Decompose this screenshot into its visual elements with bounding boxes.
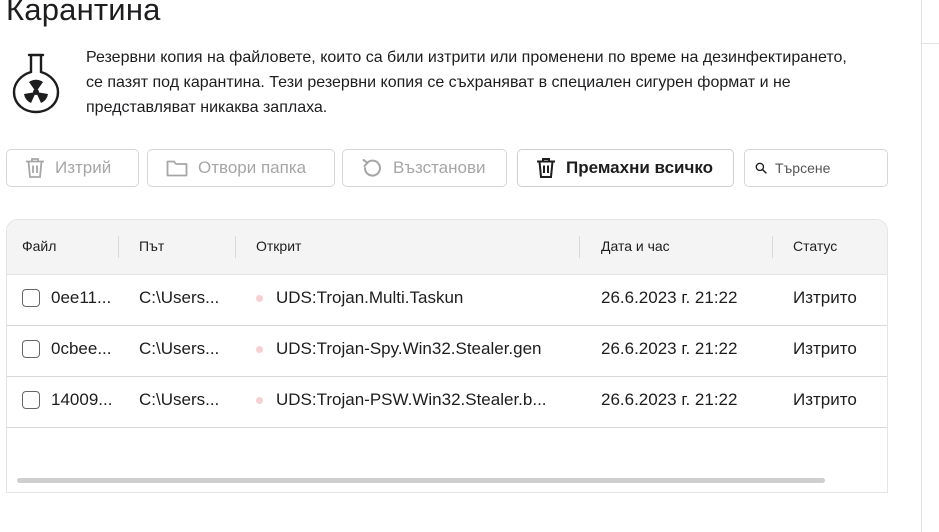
column-header-status[interactable]: Статус — [793, 220, 837, 274]
trash-icon — [26, 158, 44, 178]
file-path: C:\Users... — [139, 339, 220, 358]
threat-name: UDS:Trojan-PSW.Win32.Stealer.b... — [276, 390, 547, 409]
restore-icon — [362, 159, 381, 177]
restore-button[interactable]: Възстанови — [342, 149, 507, 187]
page-title: Карантина — [6, 0, 161, 27]
delete-button[interactable]: Изтрий — [6, 149, 139, 187]
file-name: 0cbee... — [51, 339, 112, 358]
status-text: Изтрито — [793, 288, 857, 307]
column-header-detected[interactable]: Открит — [256, 220, 301, 274]
threat-dot-icon — [256, 346, 263, 353]
status-text: Изтрито — [793, 390, 857, 409]
column-divider[interactable] — [235, 236, 236, 258]
open-folder-button[interactable]: Отвори папка — [147, 149, 335, 187]
search-icon — [755, 162, 767, 174]
threat-name: UDS:Trojan.Multi.Taskun — [276, 288, 464, 307]
threat-name: UDS:Trojan-Spy.Win32.Stealer.gen — [276, 339, 542, 358]
threat-dot-icon — [256, 397, 263, 404]
column-divider[interactable] — [772, 236, 773, 258]
status-text: Изтрито — [793, 339, 857, 358]
delete-button-label: Изтрий — [55, 158, 112, 177]
remove-all-button-label: Премахни всичко — [566, 158, 714, 177]
table-header: Файл Път Открит Дата и час Статус — [7, 220, 887, 275]
file-name: 0ee11... — [51, 288, 112, 307]
table-row[interactable]: 0ee11... C:\Users... UDS:Trojan.Multi.Ta… — [7, 274, 887, 326]
file-name: 14009... — [51, 390, 113, 409]
row-checkbox[interactable] — [22, 340, 40, 358]
detected-datetime: 26.6.2023 г. 21:22 — [601, 390, 738, 409]
search-input[interactable] — [773, 159, 887, 177]
trash-icon — [537, 158, 555, 178]
quarantine-table: Файл Път Открит Дата и час Статус 0ee11.… — [6, 219, 888, 493]
column-header-file[interactable]: Файл — [22, 220, 56, 274]
quarantine-flask-icon — [12, 53, 60, 114]
row-checkbox[interactable] — [22, 391, 40, 409]
threat-dot-icon — [256, 295, 263, 302]
remove-all-button[interactable]: Премахни всичко — [517, 149, 734, 187]
window-right-edge — [921, 0, 939, 532]
folder-icon — [166, 160, 188, 177]
column-header-path[interactable]: Път — [139, 220, 164, 274]
row-checkbox[interactable] — [22, 289, 40, 307]
detected-datetime: 26.6.2023 г. 21:22 — [601, 288, 738, 307]
table-row[interactable]: 0cbee... C:\Users... UDS:Trojan-Spy.Win3… — [7, 325, 887, 377]
restore-button-label: Възстанови — [393, 158, 486, 177]
table-row[interactable]: 14009... C:\Users... UDS:Trojan-PSW.Win3… — [7, 376, 887, 428]
file-path: C:\Users... — [139, 288, 220, 307]
column-header-datetime[interactable]: Дата и час — [601, 220, 670, 274]
horizontal-scrollbar[interactable] — [17, 478, 825, 483]
detected-datetime: 26.6.2023 г. 21:22 — [601, 339, 738, 358]
search-box[interactable] — [744, 149, 888, 187]
quarantine-description: Резервни копия на файловете, които са би… — [86, 49, 847, 116]
file-path: C:\Users... — [139, 390, 220, 409]
column-divider[interactable] — [579, 236, 580, 258]
column-divider[interactable] — [118, 236, 119, 258]
open-folder-button-label: Отвори папка — [198, 158, 307, 177]
